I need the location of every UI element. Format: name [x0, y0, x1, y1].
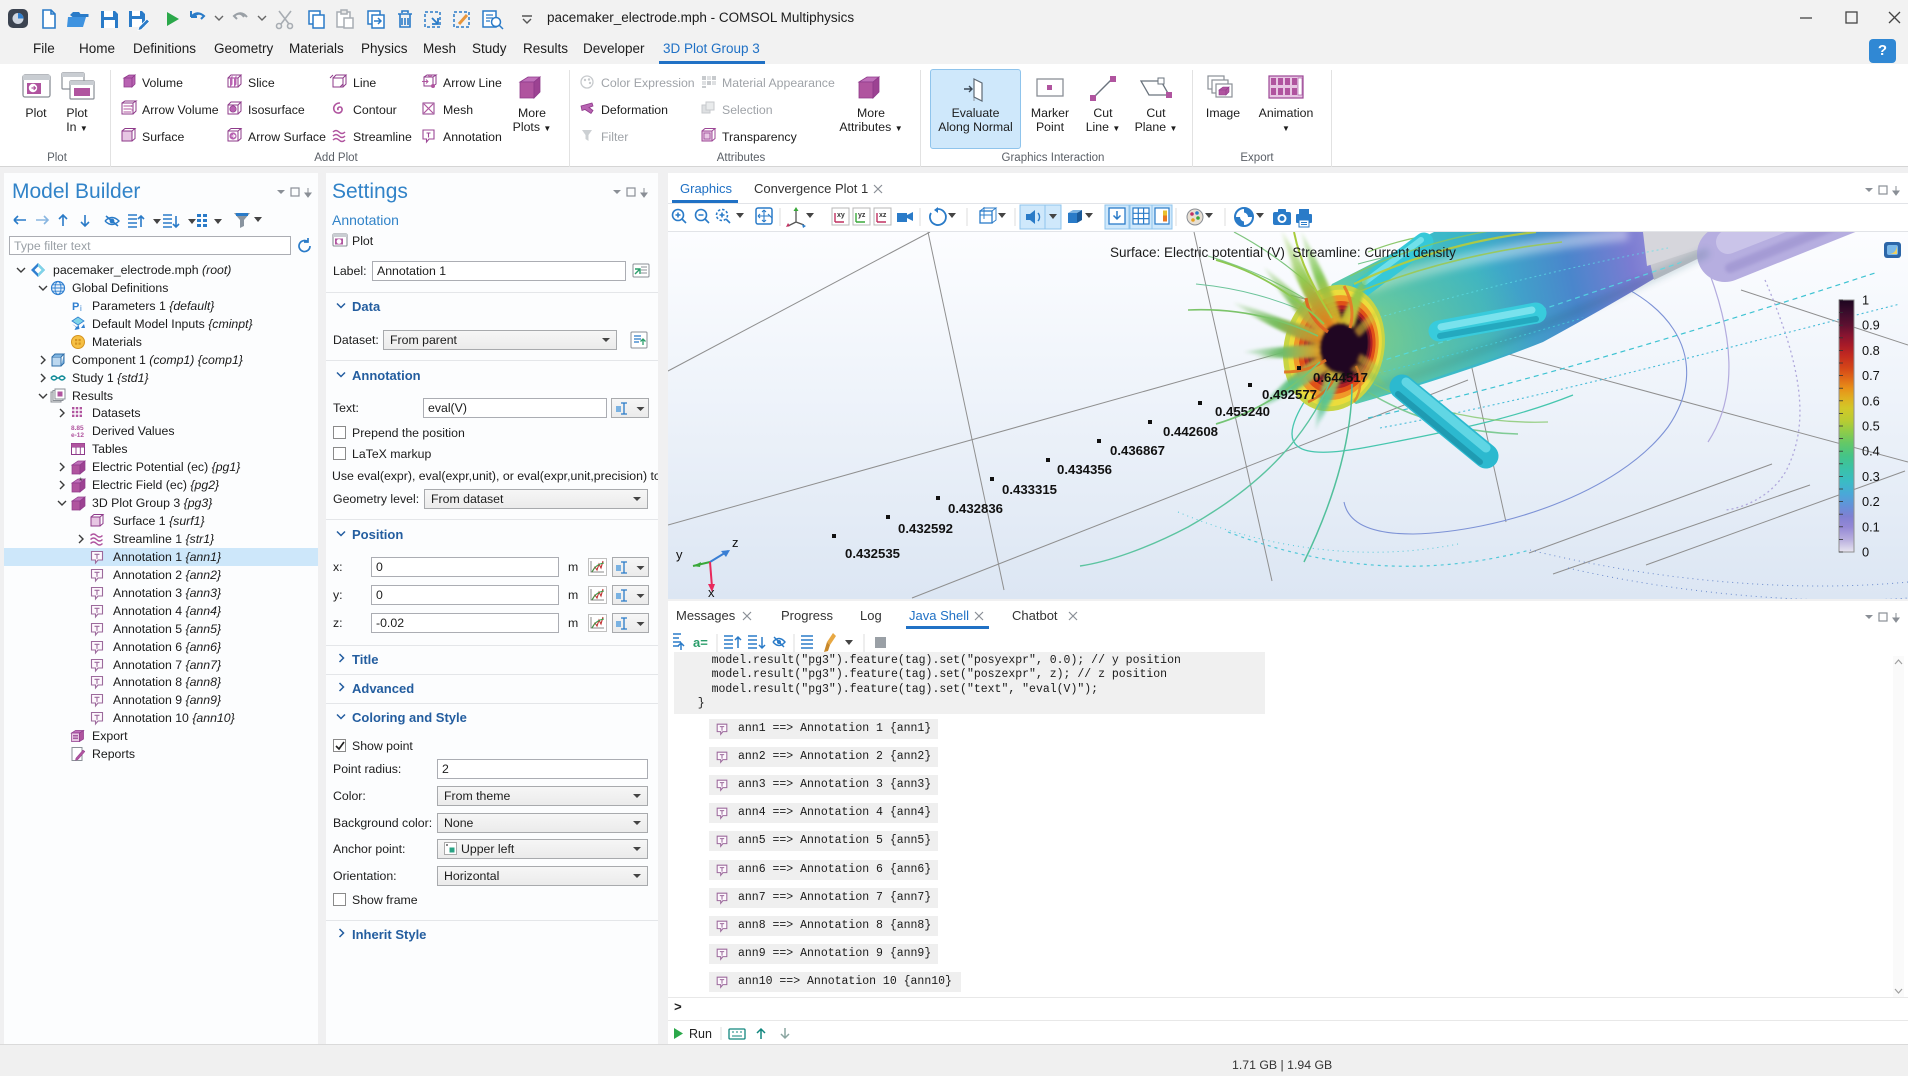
svg-text:1: 1 — [1862, 293, 1869, 308]
svg-text:0: 0 — [1862, 545, 1869, 560]
svg-text:0.455240: 0.455240 — [1215, 404, 1270, 419]
svg-text:0.6: 0.6 — [1862, 393, 1880, 408]
svg-text:0.8: 0.8 — [1862, 343, 1880, 358]
svg-text:xy: xy — [837, 212, 845, 219]
svg-text:i: i — [80, 304, 82, 313]
svg-text:y: y — [676, 547, 683, 562]
svg-text:0.436867: 0.436867 — [1110, 443, 1165, 458]
svg-text:0.432535: 0.432535 — [845, 546, 900, 561]
svg-text:8.85: 8.85 — [71, 425, 84, 432]
svg-text:0.3: 0.3 — [1862, 469, 1880, 484]
svg-text:0.434356: 0.434356 — [1057, 462, 1112, 477]
svg-text:e-12: e-12 — [71, 432, 84, 439]
svg-text:P: P — [72, 301, 79, 313]
svg-text:0.644517: 0.644517 — [1313, 370, 1368, 385]
svg-text:x: x — [708, 585, 715, 599]
svg-text:yz: yz — [858, 212, 866, 219]
svg-text:*: * — [79, 477, 83, 486]
svg-text:0.1: 0.1 — [1862, 519, 1880, 534]
svg-text:a=: a= — [693, 635, 708, 650]
svg-text:0.432836: 0.432836 — [948, 501, 1003, 516]
svg-text:Surface: Electric potential (V: Surface: Electric potential (V) Streamli… — [1110, 245, 1456, 260]
svg-text:z: z — [732, 535, 739, 550]
svg-text:0.9: 0.9 — [1862, 318, 1880, 333]
svg-text:0.492577: 0.492577 — [1262, 387, 1317, 402]
svg-text:0.4: 0.4 — [1862, 444, 1880, 459]
svg-text:0.5: 0.5 — [1862, 419, 1880, 434]
svg-text:0.2: 0.2 — [1862, 494, 1880, 509]
svg-text:xz: xz — [879, 212, 887, 219]
svg-text:0.442608: 0.442608 — [1163, 424, 1218, 439]
svg-text:0.7: 0.7 — [1862, 368, 1880, 383]
svg-text:0.433315: 0.433315 — [1002, 482, 1057, 497]
svg-text:Run: Run — [689, 1027, 712, 1041]
svg-text:0.432592: 0.432592 — [898, 521, 953, 536]
